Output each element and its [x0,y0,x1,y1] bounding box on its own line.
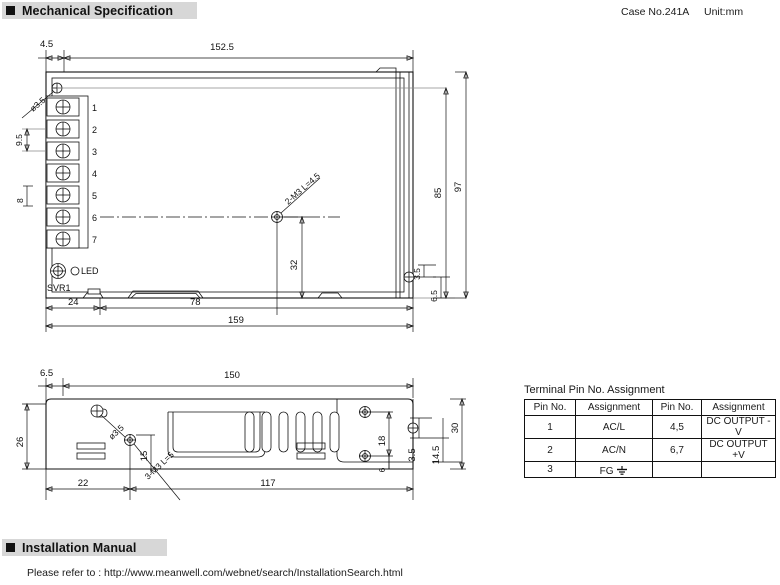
dim-3-5-side: 3.5 [407,448,418,461]
dim-26-group [22,402,46,471]
side-view-body [45,398,419,501]
pin-label-6: 6 [92,213,97,223]
dim-30: 30 [450,423,461,434]
table-row: 2 AC/N 6,7 DC OUTPUT +V [524,438,776,462]
dim-14-5: 14.5 [431,446,442,465]
th-pin-no-1: Pin No. [524,399,576,416]
th-assignment-1: Assignment [575,399,653,416]
dim-4-5-top: 4.5 [40,39,53,50]
cell-assign-67: DC OUTPUT +V [701,438,776,462]
dim-9-5-group [22,127,45,153]
dim-8: 8 [15,198,25,203]
pin-label-4: 4 [92,169,97,179]
svr1-label: SVR1 [47,283,71,293]
ground-symbol-icon [617,465,628,475]
pin-label-3: 3 [92,147,97,157]
dim-6-5-right: 6.5 [429,290,439,302]
pin-label-2: 2 [92,125,97,135]
dim-26: 26 [15,437,26,448]
table-row: 3 FG [524,461,776,478]
dim-hole-3-5-top: ø3.5 [28,95,48,114]
dim-6-5-side: 6.5 [40,368,53,379]
top-view-body-outline [45,67,415,299]
terminal-screws [46,97,80,249]
side-top-dims [38,378,415,404]
dim-150: 150 [224,370,240,381]
dim-18: 18 [377,436,388,447]
dim-85: 85 [433,188,444,199]
cell-assign-1: AC/L [575,415,653,439]
dim-97: 97 [453,182,464,193]
cell-assign-3: FG [575,461,653,478]
cell-pin-3: 3 [524,461,576,478]
fg-label: FG [599,465,614,477]
dim-159: 159 [228,315,244,326]
pin-label-1: 1 [92,103,97,113]
pin-label-7: 7 [92,235,97,245]
dim-117: 117 [260,478,275,489]
mechanical-drawing: 4.5 152.5 1 2 3 4 5 6 7 LED SVR1 ø3.5 9.… [14,39,469,501]
table-row: 1 AC/L 4,5 DC OUTPUT -V [524,415,776,439]
dim-32: 32 [289,260,300,271]
installation-note: Please refer to : http://www.meanwell.co… [27,567,403,579]
dim-3-5-right: 3.5 [412,268,422,280]
cell-pin-empty [652,461,702,478]
dim-6: 6 [377,467,387,472]
installation-manual-header: Installation Manual [2,539,167,556]
cell-pin-2: 2 [524,438,576,462]
terminal-pin-assignment-table: Pin No. Assignment Pin No. Assignment 1 … [524,399,776,478]
th-assignment-2: Assignment [701,399,776,416]
led-label: LED [81,266,99,276]
dim-hole-3-5-side: ø3.5 [107,422,126,441]
dim-22: 22 [78,478,89,489]
cell-assign-empty [701,461,776,478]
cell-assign-2: AC/N [575,438,653,462]
dim-152-5: 152.5 [210,42,234,53]
square-bullet-icon-2 [6,543,15,552]
th-pin-no-2: Pin No. [652,399,702,416]
table-header-row: Pin No. Assignment Pin No. Assignment [524,399,776,416]
cell-pin-45: 4,5 [652,415,702,439]
pin-label-5: 5 [92,191,97,201]
dim-24: 24 [68,297,79,308]
cell-pin-1: 1 [524,415,576,439]
section-title-installation: Installation Manual [22,540,137,555]
dim-9-5: 9.5 [14,134,24,146]
cell-assign-45: DC OUTPUT -V [701,415,776,439]
pin-table-title: Terminal Pin No. Assignment [524,384,665,396]
cell-pin-67: 6,7 [652,438,702,462]
dim-15: 15 [139,451,150,462]
dim-78: 78 [190,297,201,308]
